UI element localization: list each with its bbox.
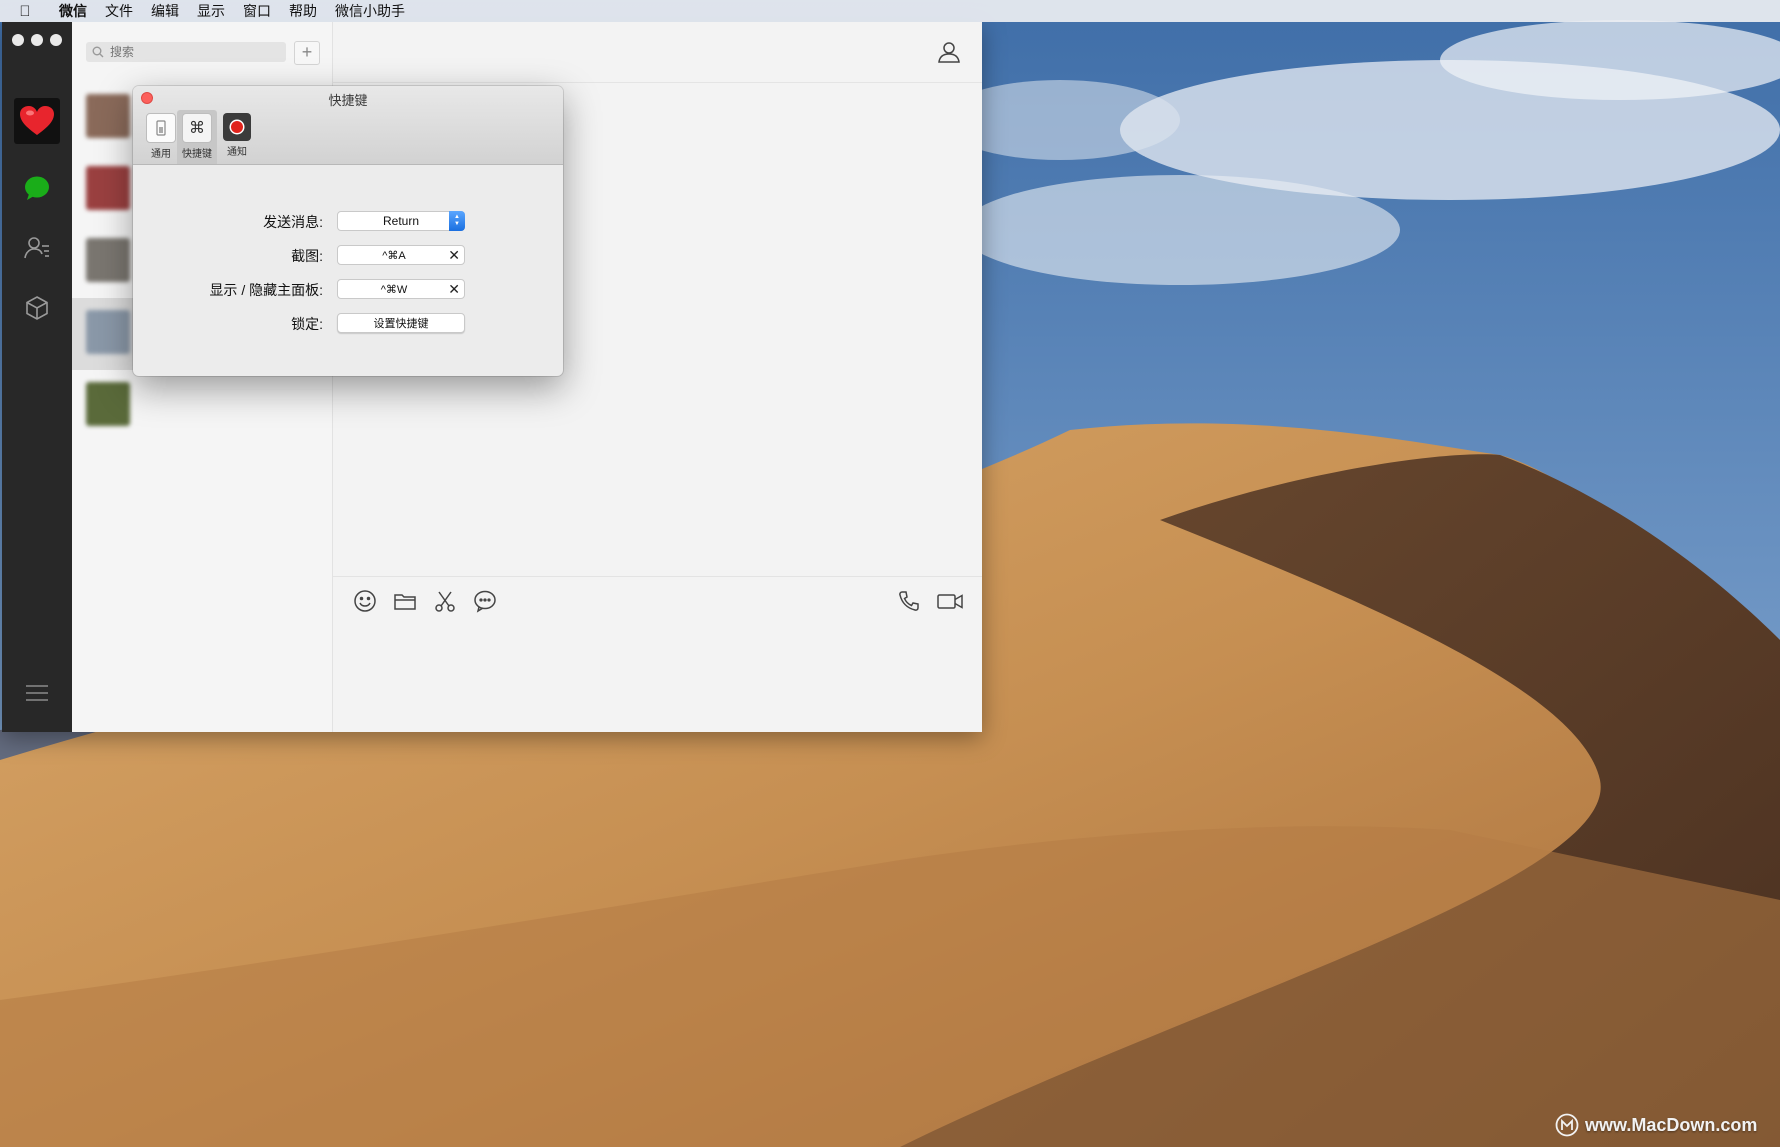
zoom-window-button[interactable] bbox=[50, 34, 62, 46]
menu-wechat-assistant[interactable]: 微信小助手 bbox=[326, 0, 414, 22]
toggle-panel-shortcut-field[interactable]: ^⌘W ✕ bbox=[337, 279, 465, 299]
menu-file[interactable]: 文件 bbox=[96, 0, 142, 22]
folder-icon[interactable] bbox=[393, 589, 417, 613]
contacts-icon[interactable] bbox=[23, 234, 51, 262]
add-chat-button[interactable]: + bbox=[294, 41, 320, 65]
shortcut-preferences-window: 快捷键 通用 ⌘ 快捷键 通知 发送消息: Return ▲ ▼ 截图: ^⌘A … bbox=[133, 86, 563, 376]
chat-bubble-icon[interactable] bbox=[23, 174, 51, 202]
apple-menu-icon[interactable]:  bbox=[0, 3, 50, 20]
profile-icon[interactable] bbox=[937, 40, 961, 64]
screenshot-shortcut-value: ^⌘A bbox=[382, 249, 406, 262]
tab-general[interactable]: 通用 bbox=[141, 110, 181, 164]
clear-toggle-panel-shortcut-button[interactable]: ✕ bbox=[448, 281, 460, 298]
search-icon bbox=[92, 46, 104, 58]
tab-label: 通用 bbox=[151, 149, 171, 160]
menu-icon[interactable] bbox=[24, 682, 50, 704]
toggle-panel-label: 显示 / 隐藏主面板: bbox=[209, 282, 323, 298]
menu-bar:  微信 文件 编辑 显示 窗口 帮助 微信小助手 bbox=[0, 0, 1780, 22]
screenshot-shortcut-field[interactable]: ^⌘A ✕ bbox=[337, 245, 465, 265]
conversation-avatar bbox=[86, 382, 130, 426]
conversation-avatar bbox=[86, 166, 130, 210]
tab-notifications[interactable]: 通知 bbox=[217, 110, 257, 164]
emoji-icon[interactable] bbox=[353, 589, 377, 613]
heart-avatar-icon bbox=[20, 106, 54, 135]
minimize-window-button[interactable] bbox=[31, 34, 43, 46]
tab-label: 通知 bbox=[227, 147, 247, 158]
menu-app-wechat[interactable]: 微信 bbox=[50, 0, 96, 22]
chat-history-icon[interactable] bbox=[473, 589, 497, 613]
menu-edit[interactable]: 编辑 bbox=[142, 0, 188, 22]
close-window-button[interactable] bbox=[12, 34, 24, 46]
nav-sidebar bbox=[2, 22, 72, 732]
prefs-titlebar: 快捷键 通用 ⌘ 快捷键 通知 bbox=[133, 86, 563, 165]
tab-shortcuts[interactable]: ⌘ 快捷键 bbox=[177, 110, 217, 164]
prefs-title: 快捷键 bbox=[328, 93, 368, 108]
watermark: www.MacDown.com bbox=[1555, 1113, 1757, 1137]
screenshot-label: 截图: bbox=[291, 248, 323, 264]
message-input[interactable] bbox=[333, 625, 982, 732]
menu-view[interactable]: 显示 bbox=[188, 0, 234, 22]
tab-label: 快捷键 bbox=[182, 149, 212, 160]
record-icon bbox=[223, 113, 251, 141]
lock-label: 锁定: bbox=[291, 316, 323, 332]
conversation-avatar bbox=[86, 310, 130, 354]
phone-icon[interactable] bbox=[897, 589, 921, 613]
switch-icon bbox=[146, 113, 176, 143]
composer-toolbar bbox=[333, 576, 982, 625]
scissors-icon[interactable] bbox=[433, 589, 457, 613]
macdown-logo-icon bbox=[1555, 1113, 1579, 1137]
conversation-avatar bbox=[86, 238, 130, 282]
set-lock-shortcut-button[interactable]: 设置快捷键 bbox=[337, 313, 465, 333]
chevron-updown-icon: ▲ ▼ bbox=[449, 211, 465, 231]
conversation-avatar bbox=[86, 94, 130, 138]
toggle-panel-shortcut-value: ^⌘W bbox=[380, 283, 408, 296]
send-message-value: Return bbox=[382, 214, 420, 228]
send-message-select[interactable]: Return ▲ ▼ bbox=[337, 211, 465, 231]
window-controls bbox=[12, 34, 62, 46]
menu-help[interactable]: 帮助 bbox=[280, 0, 326, 22]
conversation-item[interactable] bbox=[72, 370, 332, 442]
send-message-label: 发送消息: bbox=[263, 214, 323, 230]
user-avatar[interactable] bbox=[14, 98, 60, 144]
favorites-cube-icon[interactable] bbox=[23, 294, 51, 322]
chat-header bbox=[333, 22, 982, 83]
clear-screenshot-shortcut-button[interactable]: ✕ bbox=[448, 247, 460, 264]
command-icon: ⌘ bbox=[182, 113, 212, 143]
menu-window[interactable]: 窗口 bbox=[234, 0, 280, 22]
search-input[interactable] bbox=[108, 44, 282, 60]
video-icon[interactable] bbox=[937, 589, 963, 613]
search-box[interactable] bbox=[86, 42, 286, 62]
watermark-text: www.MacDown.com bbox=[1585, 1114, 1758, 1135]
